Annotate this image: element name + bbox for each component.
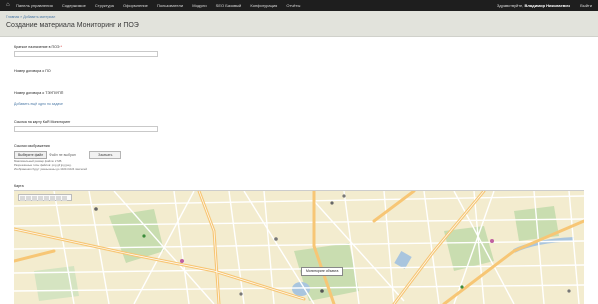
field3-label: Номер договора о ТЭУП/УПП xyxy=(14,91,64,95)
zoom-out-icon[interactable] xyxy=(26,195,31,201)
user-greeting: Здравствуйте, Владимир Николаевич xyxy=(497,0,570,11)
pan-icon[interactable] xyxy=(32,195,37,201)
map-widget[interactable]: Мониторинг объекта xyxy=(14,190,584,304)
add-another-link[interactable]: Добавить ещё одно по задаче xyxy=(14,102,63,106)
upload-button[interactable]: Закачать xyxy=(89,151,122,159)
file-upload-row: Выберите файл Файл не выбран Закачать xyxy=(14,151,122,159)
logout-link[interactable]: Выйти xyxy=(580,0,592,11)
menu-item-content[interactable]: Содержимое xyxy=(62,3,86,8)
map-marker-label[interactable]: Мониторинг объекта xyxy=(301,267,344,276)
choose-file-button[interactable]: Выберите файл xyxy=(14,151,48,159)
user-name-link[interactable]: Владимир Николаевич xyxy=(525,3,571,8)
marker-icon[interactable] xyxy=(38,195,43,201)
line-icon[interactable] xyxy=(44,195,49,201)
field1-label-text: Краткое назначение в ПОЭ xyxy=(14,45,60,49)
menu-item-config[interactable]: Конфигурация xyxy=(250,3,277,8)
delete-icon[interactable] xyxy=(56,195,61,201)
layers-icon[interactable] xyxy=(62,195,67,201)
field1-input[interactable] xyxy=(14,51,158,57)
help-text-dimensions: Изображения будут уменьшены до 1024×1024… xyxy=(14,167,88,171)
map-label: Карта xyxy=(14,184,24,188)
user-prefix: Здравствуйте, xyxy=(496,3,524,8)
page-title: Создание материала Мониторинг и ПОЭ xyxy=(6,22,139,29)
file-label: Ссылки изображения xyxy=(14,144,50,148)
home-icon[interactable]: ⌂ xyxy=(6,2,11,8)
field2-label: Номер договора о ПО xyxy=(14,69,51,73)
menu-item-seo[interactable]: SEO Базовый xyxy=(216,3,242,8)
menu-item-dashboard[interactable]: Панель управления xyxy=(16,3,53,8)
file-name-text: Файл не выбран xyxy=(49,153,76,157)
field4-label: Ссылка на карту КаЯ Мониторинг xyxy=(14,120,71,124)
field4-input[interactable] xyxy=(14,126,158,132)
breadcrumb[interactable]: Главная » Добавить материал xyxy=(6,15,55,19)
menu-item-modules[interactable]: Модули xyxy=(192,3,206,8)
polygon-icon[interactable] xyxy=(50,195,55,201)
menu-item-reports[interactable]: Отчёты xyxy=(286,3,300,8)
menu-item-appearance[interactable]: Оформление xyxy=(123,3,148,8)
zoom-in-icon[interactable] xyxy=(20,195,25,201)
required-marker: * xyxy=(60,45,62,49)
page-header: Главная » Добавить материал Создание мат… xyxy=(0,11,598,37)
map-toolbar xyxy=(18,194,72,201)
menu-item-people[interactable]: Пользователи xyxy=(157,3,183,8)
toolbar-menu: Панель управления Содержимое Структура О… xyxy=(16,0,308,11)
field1-label: Краткое назначение в ПОЭ * xyxy=(14,45,62,49)
menu-item-structure[interactable]: Структура xyxy=(95,3,114,8)
map-tiles xyxy=(14,191,584,304)
admin-toolbar: ⌂ Панель управления Содержимое Структура… xyxy=(0,0,598,11)
